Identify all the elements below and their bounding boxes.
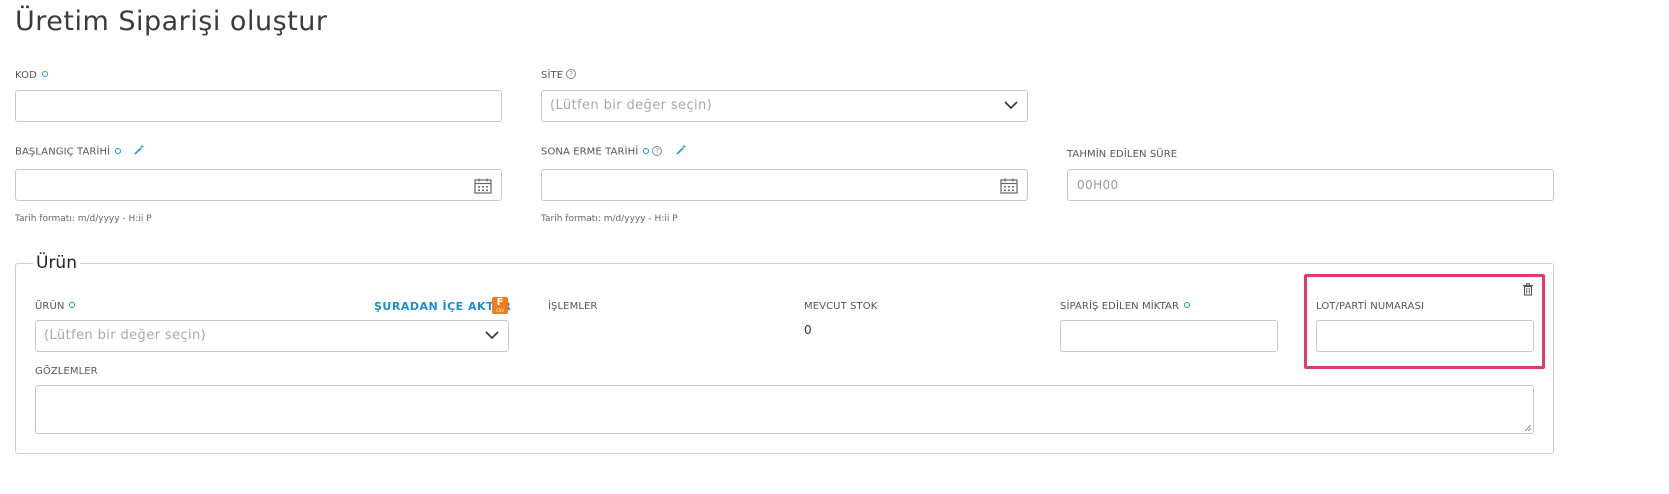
required-dot-icon [115, 147, 122, 154]
import-link[interactable]: ŞURADAN İÇE AKTAR [374, 300, 511, 313]
csv-import-icon[interactable]: F CSV [492, 297, 508, 314]
estimated-duration-value: 00H00 [1077, 178, 1119, 192]
operations-label: İŞLEMLER [548, 301, 598, 312]
csv-import-icon-letter: F [496, 297, 504, 308]
product-legend: Ürün [33, 253, 80, 273]
stock-label: MEVCUT STOK [804, 301, 878, 312]
notes-textarea[interactable] [35, 385, 1534, 434]
help-circle-icon[interactable]: ? [652, 145, 663, 156]
kod-label: KOD [15, 70, 48, 81]
csv-import-icon-sub: CSV [495, 308, 505, 313]
start-date-label: BAŞLANGIÇ TARİHİ [15, 144, 145, 158]
required-dot-icon [41, 71, 48, 77]
ordered-qty-label: SİPARİŞ EDİLEN MİKTAR [1060, 301, 1191, 312]
kod-label-text: KOD [15, 70, 37, 81]
stock-value: 0 [804, 323, 812, 337]
estimated-duration-input[interactable]: 00H00 [1067, 169, 1554, 201]
magic-wand-icon[interactable] [675, 144, 687, 155]
end-date-hint: Tarih formatı: m/d/yyyy - H:ii P [541, 214, 678, 224]
resize-handle-icon[interactable] [1524, 424, 1532, 432]
required-dot-icon [643, 147, 650, 154]
page-title: Üretim Siparişi oluştur [15, 6, 328, 37]
chevron-down-icon [485, 331, 499, 340]
magic-wand-icon[interactable] [134, 144, 145, 155]
start-date-input[interactable] [15, 169, 502, 201]
product-label-text: ÜRÜN [35, 301, 65, 312]
lot-field-highlight [1304, 274, 1545, 369]
end-date-input[interactable] [541, 169, 1028, 201]
kod-input[interactable] [15, 90, 502, 122]
ordered-qty-label-text: SİPARİŞ EDİLEN MİKTAR [1060, 301, 1180, 312]
required-dot-icon [1184, 302, 1191, 308]
start-date-label-text: BAŞLANGIÇ TARİHİ [15, 146, 111, 158]
start-date-hint: Tarih formatı: m/d/yyyy - H:ii P [15, 214, 152, 224]
estimated-duration-label: TAHMİN EDİLEN SÜRE [1067, 149, 1178, 160]
product-placeholder: (Lütfen bir değer seçin) [44, 328, 207, 343]
ordered-qty-input[interactable] [1060, 320, 1278, 352]
end-date-label-text: SONA ERME TARİHİ [541, 146, 639, 158]
site-label-text: SİTE [541, 70, 564, 81]
site-placeholder: (Lütfen bir değer seçin) [550, 98, 713, 113]
help-circle-icon[interactable]: ? [566, 69, 577, 79]
notes-label: GÖZLEMLER [35, 366, 98, 377]
calendar-icon[interactable] [474, 178, 492, 194]
end-date-label: SONA ERME TARİHİ? [541, 144, 687, 158]
site-select[interactable]: (Lütfen bir değer seçin) [541, 90, 1028, 122]
chevron-down-icon [1004, 101, 1018, 110]
required-dot-icon [69, 302, 76, 308]
product-label: ÜRÜN [35, 301, 76, 312]
calendar-icon[interactable] [1000, 178, 1018, 194]
site-label: SİTE? [541, 69, 577, 81]
product-select[interactable]: (Lütfen bir değer seçin) [35, 320, 509, 352]
